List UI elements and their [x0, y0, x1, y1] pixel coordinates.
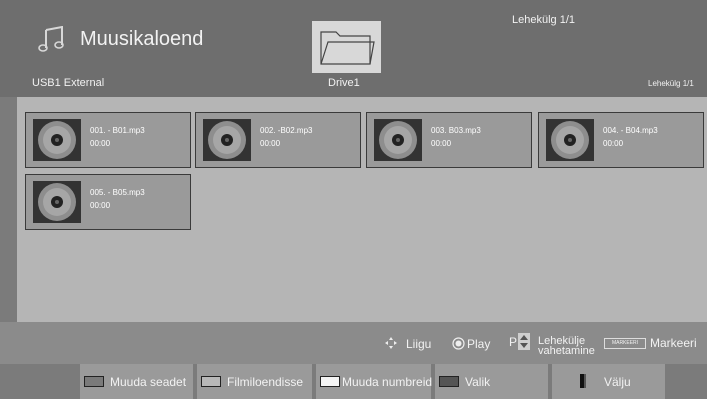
help-bar: [0, 322, 707, 364]
file-name: 001. - B01.mp3: [90, 126, 145, 135]
file-tile[interactable]: 004. - B04.mp3 00:00: [538, 112, 704, 168]
page-indicator-right: Lehekülg 1/1: [648, 79, 694, 88]
color-key-swatch: [201, 376, 221, 387]
file-duration: 00:00: [603, 139, 624, 148]
device-label: USB1 External: [32, 77, 105, 89]
cd-disc-icon: [203, 119, 251, 161]
folder-icon: [320, 31, 375, 65]
cd-disc-icon: [33, 119, 81, 161]
app-title: Muusikaloend: [80, 28, 204, 50]
cd-disc-icon: [374, 119, 422, 161]
file-name: 002. -B02.mp3: [260, 126, 313, 135]
file-duration: 00:00: [90, 201, 111, 210]
button-label: Välju: [604, 375, 631, 389]
exit-door-icon: [580, 374, 586, 388]
button-label: Muuda seadet: [110, 375, 187, 389]
button-label: Filmiloendisse: [227, 375, 304, 389]
folder-label: Drive1: [328, 77, 360, 89]
options-button[interactable]: Valik: [435, 364, 548, 399]
file-duration: 00:00: [260, 139, 281, 148]
page-change-line2: vahetamine: [538, 345, 595, 357]
cd-disc-icon: [546, 119, 594, 161]
music-note-icon: [38, 26, 64, 52]
file-tile[interactable]: 005. - B05.mp3 00:00: [25, 174, 191, 230]
change-device-button[interactable]: Muuda seadet: [80, 364, 193, 399]
file-name: 004. - B04.mp3: [603, 126, 658, 135]
color-key-swatch: [320, 376, 340, 387]
cd-disc-icon: [33, 181, 81, 223]
exit-button[interactable]: Välju: [552, 364, 665, 399]
file-tile[interactable]: 001. - B01.mp3 00:00: [25, 112, 191, 168]
page-indicator-top: Lehekülg 1/1: [512, 14, 575, 26]
play-hint: Play: [467, 337, 491, 351]
folder-button[interactable]: [312, 21, 381, 73]
mark-key-badge: MARKEERI: [604, 338, 646, 349]
color-key-swatch: [84, 376, 104, 387]
move-hint: Liigu: [406, 337, 432, 351]
file-tile[interactable]: 003. B03.mp3 00:00: [366, 112, 532, 168]
page-key-label: P: [509, 335, 518, 349]
page-change-hint: Lehekülje vahetamine: [538, 336, 595, 357]
navigation-arrows-icon: [385, 337, 397, 349]
file-grid: 001. - B01.mp3 00:00 002. -B02.mp3 00:00…: [17, 97, 707, 322]
ok-button-icon: [452, 337, 465, 350]
color-key-swatch: [439, 376, 459, 387]
file-duration: 00:00: [90, 139, 111, 148]
page-updown-icon: [518, 333, 530, 350]
file-tile[interactable]: 002. -B02.mp3 00:00: [195, 112, 361, 168]
file-name: 005. - B05.mp3: [90, 188, 145, 197]
file-name: 003. B03.mp3: [431, 126, 481, 135]
change-numbers-button[interactable]: Muuda numbreid: [316, 364, 433, 399]
button-label: Valik: [465, 375, 491, 389]
file-duration: 00:00: [431, 139, 452, 148]
button-label: Muuda numbreid: [342, 375, 433, 389]
movie-list-button[interactable]: Filmiloendisse: [197, 364, 312, 399]
mark-hint: Markeeri: [650, 336, 697, 350]
header-bar: Muusikaloend Lehekülg 1/1 USB1 External …: [0, 0, 707, 97]
